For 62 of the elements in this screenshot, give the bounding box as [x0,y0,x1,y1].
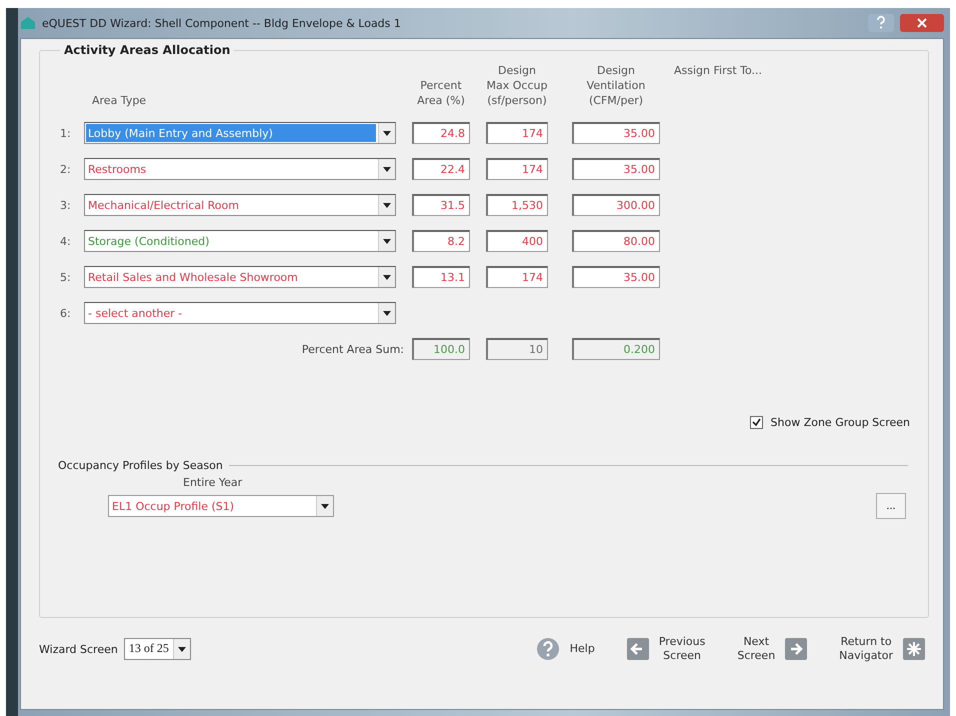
percent-area-field[interactable]: 24.8 [412,122,470,144]
dropdown-arrow-icon [383,310,391,316]
sum-label: Percent Area Sum: [300,342,405,356]
previous-button[interactable]: Previous Screen [626,635,706,663]
percent-area-field[interactable]: 8.2 [412,230,470,252]
group-title: Activity Areas Allocation [63,43,232,57]
ventilation-field[interactable]: 300.00 [572,194,660,216]
dropdown-arrow-icon [383,202,391,208]
wizard-screen-dropdown[interactable]: 13 of 25 [124,638,191,660]
sum-field: 10 [486,338,548,360]
area-type-dropdown[interactable]: Mechanical/Electrical Room [84,194,396,216]
dropdown-arrow-icon [178,646,186,652]
row-number: 5: [60,270,72,284]
help-button[interactable]: Help [536,637,595,661]
percent-area-field[interactable]: 22.4 [412,158,470,180]
section-title: Occupancy Profiles by Season [58,459,223,472]
season-label: Entire Year [183,476,244,489]
area-type-dropdown[interactable]: Restrooms [84,158,396,180]
area-type-dropdown[interactable]: Storage (Conditioned) [84,230,396,252]
help-icon [536,637,560,661]
percent-area-field[interactable]: 13.1 [412,266,470,288]
max-occupancy-field[interactable]: 174 [486,122,548,144]
dropdown-arrow-icon [383,238,391,244]
app-icon [20,16,36,30]
area-type-dropdown[interactable]: Lobby (Main Entry and Assembly) [84,122,396,144]
checkbox-label: Show Zone Group Screen [770,416,910,429]
row-number: 2: [60,162,72,176]
browse-button[interactable]: ... [876,493,906,519]
column-header: Area Type [91,93,148,108]
row-number: 6: [60,306,72,320]
navigator-button[interactable]: Return to Navigator [839,635,925,663]
area-type-dropdown[interactable]: - select another - [84,302,396,324]
navigator-icon [903,638,925,660]
occupancy-profile-dropdown[interactable]: EL1 Occup Profile (S1) [108,495,334,517]
ventilation-field[interactable]: 35.00 [572,266,660,288]
row-number: 3: [60,198,72,212]
max-occupancy-field[interactable]: 1,530 [486,194,548,216]
checkbox[interactable] [750,416,763,429]
close-icon[interactable] [900,14,944,32]
ventilation-field[interactable]: 80.00 [572,230,660,252]
window-title: eQUEST DD Wizard: Shell Component -- Bldg Envelope & Loads 1 [42,16,402,30]
dropdown-arrow-icon [321,504,329,508]
dropdown-arrow-icon [383,130,391,136]
column-header: Percent Area (%) [416,78,466,108]
max-occupancy-field[interactable]: 400 [486,230,548,252]
row-number: 4: [60,234,72,248]
sum-field: 100.0 [412,338,470,360]
row-number: 1: [60,126,72,140]
wizard-screen-label: Wizard Screen [39,642,118,656]
column-header: Design Max Occup (sf/person) [486,63,548,108]
sum-field: 0.200 [572,338,660,360]
dropdown-arrow-icon [383,274,391,280]
percent-area-field[interactable]: 31.5 [412,194,470,216]
max-occupancy-field[interactable]: 174 [486,266,548,288]
ventilation-field[interactable]: 35.00 [572,122,660,144]
ventilation-field[interactable]: 35.00 [572,158,660,180]
area-type-dropdown[interactable]: Retail Sales and Wholesale Showroom [84,266,396,288]
dropdown-arrow-icon [383,166,391,172]
next-button[interactable]: Next Screen [737,635,808,663]
max-occupancy-field[interactable]: 174 [486,158,548,180]
column-header: Design Ventilation (CFM/per) [586,63,646,108]
column-header: Assign First To... [673,63,764,78]
